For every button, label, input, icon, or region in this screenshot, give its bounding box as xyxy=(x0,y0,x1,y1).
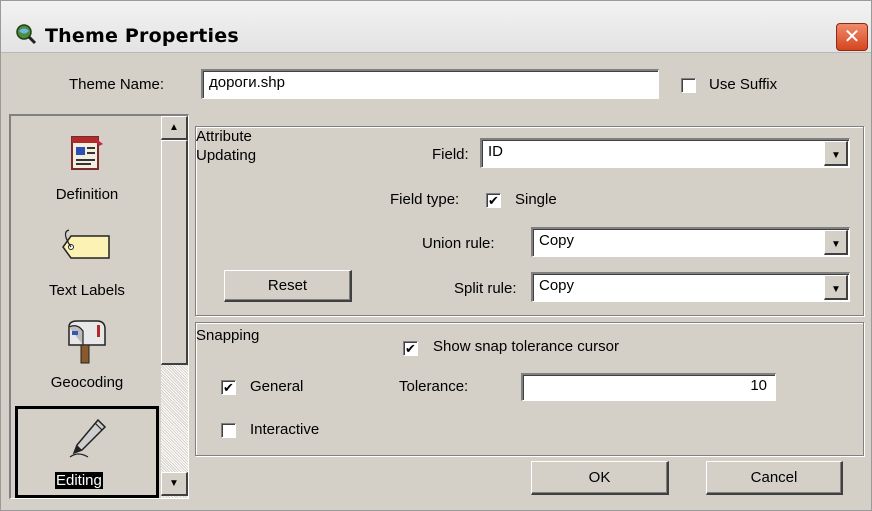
close-icon: ✕ xyxy=(843,24,861,48)
cancel-button-label: Cancel xyxy=(750,469,798,486)
nav-label-geocoding: Geocoding xyxy=(50,374,124,391)
theme-name-input[interactable]: дороги.shp xyxy=(201,69,659,99)
union-rule-select[interactable]: Copy ▼ xyxy=(531,227,850,257)
reset-button-label: Reset xyxy=(267,277,308,294)
attribute-updating-label-line1: Attribute xyxy=(196,128,252,145)
nav-item-definition[interactable]: Definition xyxy=(13,116,161,211)
field-type-checkbox[interactable]: ✔ xyxy=(486,193,501,208)
magnifier-globe-icon xyxy=(15,23,37,45)
general-label: General xyxy=(250,378,304,395)
show-snap-cursor-checkbox[interactable]: ✔ xyxy=(403,341,418,356)
scroll-thumb[interactable] xyxy=(161,140,188,365)
definition-form-icon xyxy=(69,134,105,176)
nav-label-editing: Editing xyxy=(55,472,103,489)
field-label: Field: xyxy=(432,146,469,163)
field-select-value: ID xyxy=(488,143,503,160)
interactive-label: Interactive xyxy=(250,421,320,438)
snapping-group: Snapping ✔ Show snap tolerance cursor ✔ … xyxy=(195,322,864,456)
general-checkbox[interactable]: ✔ xyxy=(221,380,236,395)
theme-name-value: дороги.shp xyxy=(209,74,285,91)
pencil-icon xyxy=(68,417,108,463)
theme-properties-dialog: Theme Properties ✕ Theme Name: дороги.sh… xyxy=(0,0,872,511)
union-rule-label: Union rule: xyxy=(422,235,495,252)
split-rule-value: Copy xyxy=(539,277,575,294)
mailbox-icon xyxy=(63,319,109,369)
nav-label-definition: Definition xyxy=(55,186,119,203)
field-select[interactable]: ID ▼ xyxy=(480,138,850,168)
nav-scrollbar[interactable]: ▲ ▼ xyxy=(161,116,188,498)
split-rule-label: Split rule: xyxy=(454,280,517,297)
reset-button[interactable]: Reset xyxy=(224,270,352,302)
nav-item-editing[interactable]: Editing xyxy=(15,406,159,498)
interactive-checkbox[interactable] xyxy=(221,423,236,438)
union-rule-value: Copy xyxy=(539,232,575,249)
scroll-down-icon: ▼ xyxy=(169,478,179,489)
nav-item-geocoding[interactable]: Geocoding xyxy=(13,311,161,406)
tolerance-input[interactable]: 10 xyxy=(521,373,776,401)
tolerance-label: Tolerance: xyxy=(399,378,469,395)
use-suffix-label: Use Suffix xyxy=(709,76,778,93)
ok-button-label: OK xyxy=(588,469,611,486)
tolerance-value: 10 xyxy=(750,377,767,394)
category-list: Definition Text Labels Geocoding Editing… xyxy=(9,114,189,499)
use-suffix-checkbox[interactable] xyxy=(681,78,696,93)
chevron-down-icon[interactable]: ▼ xyxy=(824,141,848,166)
attribute-updating-label-line2: Updating xyxy=(196,147,257,164)
cancel-button[interactable]: Cancel xyxy=(706,461,843,495)
window-title: Theme Properties xyxy=(45,25,239,47)
ok-button[interactable]: OK xyxy=(531,461,669,495)
attribute-updating-group: Attribute Updating Field: ID ▼ Field typ… xyxy=(195,126,864,316)
scroll-down-button[interactable]: ▼ xyxy=(161,472,188,496)
nav-item-text-labels[interactable]: Text Labels xyxy=(13,214,161,309)
scroll-up-icon: ▲ xyxy=(169,122,179,133)
tag-label-icon xyxy=(57,228,117,268)
close-button[interactable]: ✕ xyxy=(836,23,868,51)
title-bar[interactable]: Theme Properties ✕ xyxy=(1,1,871,53)
snapping-label: Snapping xyxy=(196,327,260,344)
field-type-value: Single xyxy=(515,191,557,208)
nav-label-text-labels: Text Labels xyxy=(49,282,125,299)
scroll-up-button[interactable]: ▲ xyxy=(161,116,188,140)
chevron-down-icon[interactable]: ▼ xyxy=(824,230,848,255)
field-type-label: Field type: xyxy=(390,191,460,208)
theme-name-label: Theme Name: xyxy=(69,76,165,93)
chevron-down-icon[interactable]: ▼ xyxy=(824,275,848,300)
show-snap-cursor-label: Show snap tolerance cursor xyxy=(433,338,619,355)
split-rule-select[interactable]: Copy ▼ xyxy=(531,272,850,302)
